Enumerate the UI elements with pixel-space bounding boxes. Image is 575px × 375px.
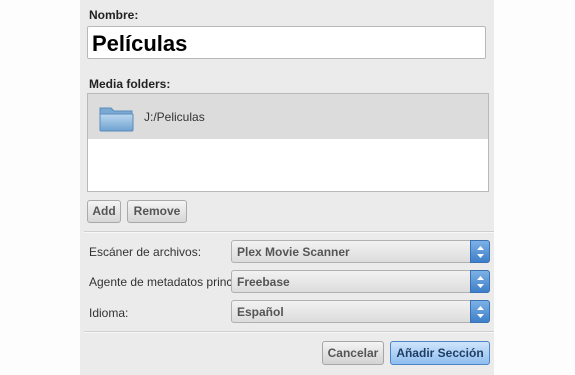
add-folder-button[interactable]: Add [87,200,121,223]
language-select[interactable]: Español [231,300,490,323]
language-label: Idioma: [89,306,129,320]
folder-row[interactable]: J:/Peliculas [88,94,488,139]
divider-highlight [84,332,494,333]
agent-select[interactable]: Freebase [231,270,490,293]
agent-value: Freebase [237,275,290,289]
background-right [494,0,575,375]
scanner-value: Plex Movie Scanner [237,245,350,259]
add-section-button[interactable]: Añadir Sección [390,341,490,365]
agent-label: Agente de metadatos principal: [89,275,255,289]
scanner-select[interactable]: Plex Movie Scanner [231,240,490,263]
cancel-button[interactable]: Cancelar [322,341,384,365]
media-folders-label: Media folders: [89,77,171,91]
scanner-label: Escáner de archivos: [89,245,202,259]
name-label: Nombre: [89,8,139,22]
select-arrows-icon [470,240,490,263]
background-left [0,0,80,375]
folder-icon [99,104,134,132]
select-arrows-icon [470,270,490,293]
name-input[interactable]: Películas [87,26,486,59]
remove-folder-button[interactable]: Remove [127,200,187,223]
language-value: Español [237,305,284,319]
folder-path: J:/Peliculas [144,110,205,124]
divider-highlight [84,232,494,233]
media-folders-list[interactable]: J:/Peliculas [87,93,489,192]
select-arrows-icon [470,300,490,323]
